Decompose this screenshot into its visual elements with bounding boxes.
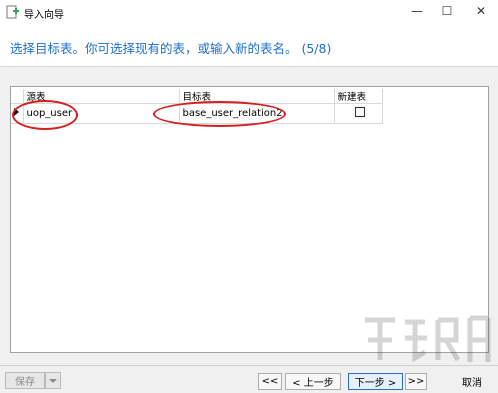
minimize-button[interactable]: —	[402, 0, 432, 22]
previous-step-button[interactable]: < 上一步	[285, 373, 341, 390]
column-header-new-table[interactable]: 新建表	[334, 89, 383, 104]
chevron-down-icon	[49, 378, 57, 383]
new-table-checkbox[interactable]	[354, 107, 365, 117]
wizard-footer: 保存 << < 上一步 下一步 > >> 取消	[0, 365, 498, 393]
maximize-button[interactable]: ☐	[432, 0, 462, 22]
step-instruction: 选择目标表。你可选择现有的表，或输入新的表名。 (5/8)	[10, 41, 332, 56]
new-table-cell[interactable]	[334, 103, 383, 124]
window-title: 导入向导	[24, 10, 64, 21]
watermark-logo	[365, 315, 491, 363]
last-step-button[interactable]: >>	[405, 373, 427, 390]
wizard-header: 选择目标表。你可选择现有的表，或输入新的表名。 (5/8)	[0, 27, 498, 67]
save-dropdown-button[interactable]	[45, 372, 61, 389]
annotation-oval-target	[153, 101, 286, 127]
cancel-button[interactable]: 取消	[452, 373, 492, 390]
annotation-oval-source	[12, 100, 78, 130]
close-button[interactable]: ✕	[466, 0, 496, 22]
row-header-corner	[11, 89, 24, 104]
title-bar: 导入向导 — ☐ ✕	[0, 0, 498, 27]
next-step-button[interactable]: 下一步 >	[348, 373, 403, 390]
import-wizard-icon	[6, 5, 19, 19]
first-step-button[interactable]: <<	[258, 373, 282, 390]
save-button[interactable]: 保存	[5, 372, 45, 389]
